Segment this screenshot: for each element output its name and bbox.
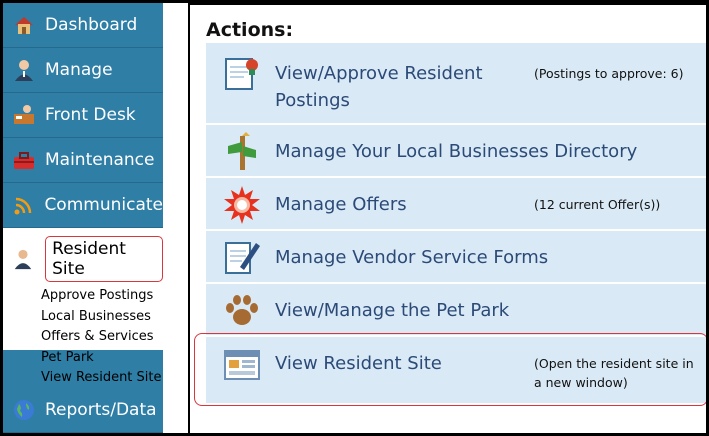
notepad-icon (222, 53, 262, 93)
sublink-pet-park[interactable]: Pet Park (41, 348, 162, 369)
sublink-approve-postings[interactable]: Approve Postings (41, 286, 162, 307)
person-icon (11, 57, 37, 83)
action-card-approve-postings[interactable]: View/Approve Resident Postings (Postings… (206, 43, 706, 125)
app-frame: Dashboard Manage Front Desk Maintenance (3, 3, 706, 433)
nav-label-active: Resident Site (45, 236, 163, 282)
toolbox-icon (11, 147, 37, 173)
card-title[interactable]: View/Approve Resident Postings (275, 60, 483, 114)
sublink-local-businesses[interactable]: Local Businesses (41, 307, 162, 328)
nav-label: Dashboard (45, 15, 138, 35)
card-title[interactable]: Manage Offers (275, 191, 407, 218)
sublinks: Approve Postings Local Businesses Offers… (41, 286, 162, 389)
nav-dashboard[interactable]: Dashboard (3, 3, 163, 48)
form-pencil-icon (222, 237, 262, 277)
highlight-box (194, 333, 706, 406)
action-card-vendor-forms[interactable]: Manage Vendor Service Forms (206, 231, 706, 284)
nav-maintenance[interactable]: Maintenance (3, 138, 163, 183)
sublink-view-resident-site[interactable]: View Resident Site (41, 368, 162, 389)
sidebar: Dashboard Manage Front Desk Maintenance (3, 3, 163, 433)
actions-heading: Actions: (206, 19, 294, 41)
globe-icon (11, 397, 37, 423)
paw-icon (222, 291, 262, 331)
resident-icon (11, 246, 35, 272)
nav-communicate[interactable]: Communicate (3, 183, 163, 228)
nav-label: Manage (45, 60, 113, 80)
card-title[interactable]: View/Manage the Pet Park (275, 297, 509, 324)
action-card-local-businesses[interactable]: Manage Your Local Businesses Directory (206, 125, 706, 178)
house-icon (11, 12, 37, 38)
nav-label: Front Desk (45, 105, 136, 125)
sublink-offers-services[interactable]: Offers & Services (41, 327, 162, 348)
divider (188, 3, 190, 433)
card-note: (12 current Offer(s)) (534, 197, 661, 212)
nav-label: Communicate (44, 195, 163, 215)
nav-front-desk[interactable]: Front Desk (3, 93, 163, 138)
nav-resident-site[interactable]: Resident Site Approve Postings Local Bus… (3, 228, 163, 385)
top-rule (189, 3, 706, 8)
card-title[interactable]: Manage Your Local Businesses Directory (275, 138, 637, 165)
nav-label: Maintenance (45, 150, 155, 170)
nav-label: Reports/Data (45, 400, 157, 420)
desk-icon (11, 102, 37, 128)
signpost-icon (222, 132, 262, 172)
starburst-icon (222, 185, 262, 225)
card-note: (Postings to approve: 6) (534, 66, 684, 81)
action-card-manage-offers[interactable]: Manage Offers (12 current Offer(s)) (206, 178, 706, 231)
nav-reports-data[interactable]: Reports/Data (3, 388, 163, 433)
card-title[interactable]: Manage Vendor Service Forms (275, 244, 548, 271)
nav-manage[interactable]: Manage (3, 48, 163, 93)
wifi-icon (11, 192, 36, 218)
action-card-pet-park[interactable]: View/Manage the Pet Park (206, 284, 706, 337)
